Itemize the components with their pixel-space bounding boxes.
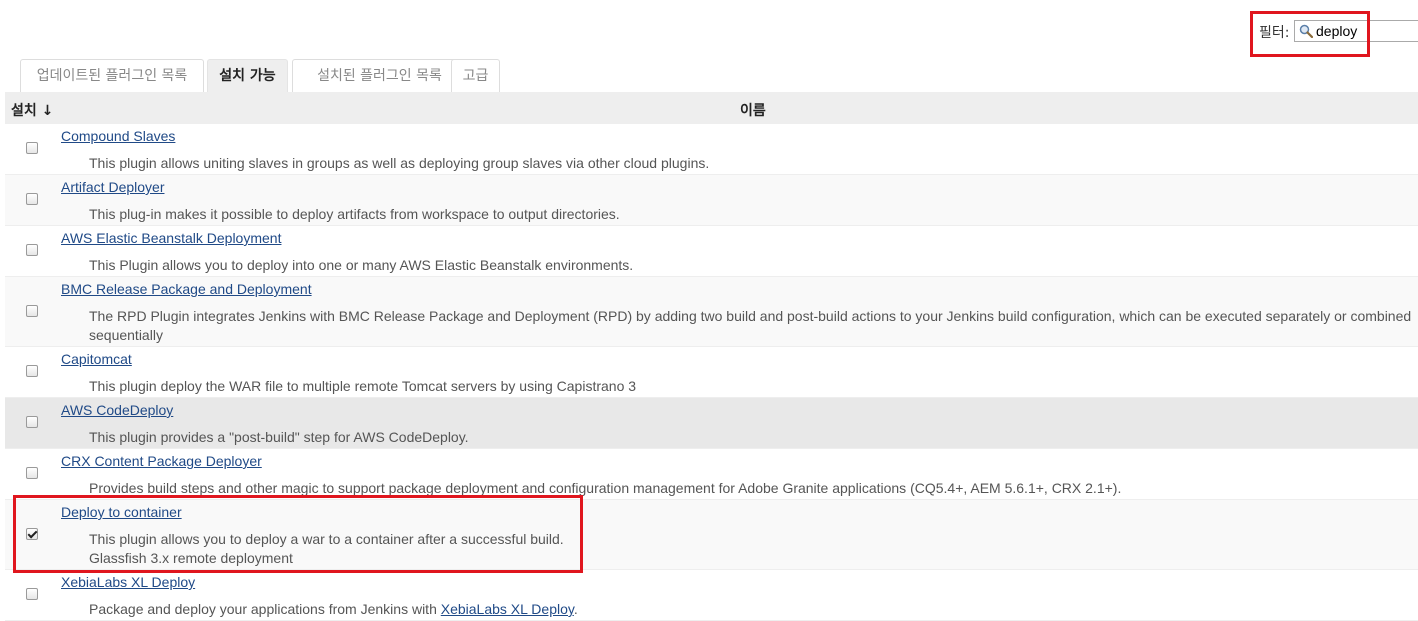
plugin-description: Provides build steps and other magic to … (89, 480, 1122, 496)
plugin-name-link[interactable]: Deploy to container (61, 504, 182, 520)
install-checkbox[interactable] (26, 244, 38, 256)
plugin-description: This plugin provides a "post-build" step… (89, 429, 469, 445)
plugin-name-link[interactable]: AWS Elastic Beanstalk Deployment (61, 230, 281, 246)
plugin-description: The RPD Plugin integrates Jenkins with B… (89, 308, 1412, 343)
plugin-manager-page: 필터: deploy 업데이트된 플러그인 목록 설치 가능 설치된 플러그인 … (0, 0, 1418, 621)
plugin-description-line: Glassfish 3.x remote deployment (89, 550, 293, 566)
table-header: 설치 ↓ 이름 (5, 92, 1418, 125)
install-checkbox[interactable] (26, 142, 38, 154)
tab-updates[interactable]: 업데이트된 플러그인 목록 (20, 59, 204, 92)
table-row: Capitomcat This plugin deploy the WAR fi… (5, 347, 1418, 398)
xl-deploy-link[interactable]: XebiaLabs XL Deploy (441, 601, 574, 617)
plugin-description-line: This plugin allows you to deploy a war t… (89, 531, 564, 547)
header-name[interactable]: 이름 (740, 100, 766, 120)
plugin-name-link[interactable]: Compound Slaves (61, 128, 175, 144)
plugin-list: Compound Slaves This plugin allows uniti… (5, 124, 1418, 621)
plugin-name-link[interactable]: Artifact Deployer (61, 179, 164, 195)
tab-available[interactable]: 설치 가능 (207, 59, 288, 92)
tab-advanced[interactable]: 고급 (451, 59, 500, 92)
filter-highlight-box (1250, 11, 1370, 57)
install-checkbox[interactable] (26, 365, 38, 377)
table-row: XebiaLabs XL Deploy Package and deploy y… (5, 570, 1418, 621)
plugin-name-link[interactable]: XebiaLabs XL Deploy (61, 574, 195, 590)
plugin-description-tail: . (573, 601, 578, 617)
plugin-name-link[interactable]: BMC Release Package and Deployment (61, 281, 312, 297)
plugin-name-link[interactable]: Capitomcat (61, 351, 132, 367)
table-row: Deploy to container This plugin allows y… (5, 500, 1418, 570)
install-checkbox[interactable] (26, 416, 38, 428)
install-checkbox[interactable] (26, 467, 38, 479)
plugin-description: This plugin allows you to deploy a war t… (89, 530, 1414, 568)
header-install-sort[interactable]: 설치 ↓ (11, 100, 53, 120)
plugin-description: This plug-in makes it possible to deploy… (89, 206, 620, 222)
plugin-description: Package and deploy your applications fro… (89, 600, 1414, 619)
table-row: Artifact Deployer This plug-in makes it … (5, 175, 1418, 226)
install-checkbox[interactable] (26, 588, 38, 600)
install-checkbox-checked[interactable] (26, 528, 38, 540)
table-row: AWS CodeDeploy This plugin provides a "p… (5, 398, 1418, 449)
table-row: AWS Elastic Beanstalk Deployment This Pl… (5, 226, 1418, 277)
install-checkbox[interactable] (26, 193, 38, 205)
table-row: CRX Content Package Deployer Provides bu… (5, 449, 1418, 500)
tab-installed[interactable]: 설치된 플러그인 목록 (292, 59, 467, 92)
plugin-description: This plugin allows uniting slaves in gro… (89, 155, 710, 171)
table-row: BMC Release Package and Deployment The R… (5, 277, 1418, 347)
plugin-description: This Plugin allows you to deploy into on… (89, 257, 634, 273)
plugin-name-link[interactable]: AWS CodeDeploy (61, 402, 173, 418)
plugin-name-link[interactable]: CRX Content Package Deployer (61, 453, 262, 469)
table-row: Compound Slaves This plugin allows uniti… (5, 124, 1418, 175)
plugin-description-text: Package and deploy your applications fro… (89, 601, 441, 617)
install-checkbox[interactable] (26, 305, 38, 317)
plugin-description: This plugin deploy the WAR file to multi… (89, 378, 637, 394)
